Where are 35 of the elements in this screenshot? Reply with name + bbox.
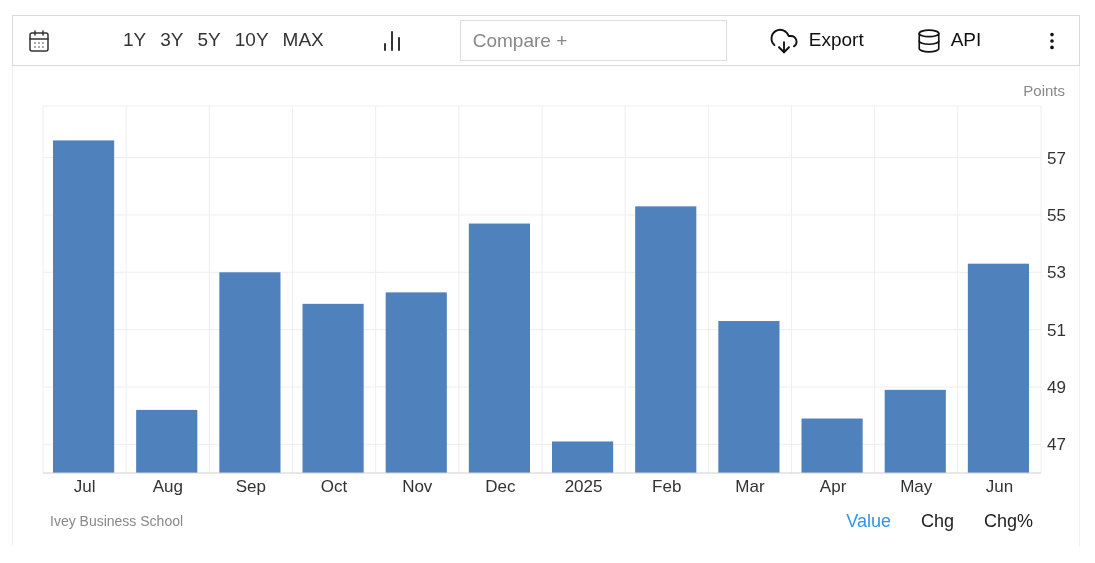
range-button[interactable]: 1Y — [117, 26, 153, 55]
y-tick-label: 51 — [1047, 320, 1066, 340]
source-text: Ivey Business School — [50, 511, 184, 531]
x-tick-label: Nov — [402, 477, 433, 496]
export-button[interactable]: Export — [768, 25, 864, 56]
x-tick-label: 2025 — [564, 477, 603, 496]
y-tick-label: 49 — [1047, 378, 1066, 397]
value-bar — [801, 418, 863, 473]
x-tick-label: May — [900, 477, 933, 496]
range-button[interactable]: 5Y — [191, 26, 227, 55]
range-button[interactable]: MAX — [276, 26, 330, 55]
calendar-icon[interactable] — [27, 28, 51, 53]
x-tick-label: Dec — [485, 477, 516, 496]
range-button[interactable]: 3Y — [154, 26, 190, 55]
y-tick-label: 53 — [1047, 263, 1066, 283]
range-button[interactable]: 10Y — [228, 26, 275, 55]
x-tick-label: Sep — [235, 477, 267, 496]
y-tick-label: 55 — [1047, 205, 1066, 225]
x-tick-label: Jun — [985, 477, 1014, 496]
view-tab[interactable]: Chg% — [983, 507, 1033, 535]
value-bar — [552, 441, 614, 473]
value-bar — [136, 409, 198, 473]
database-icon — [915, 27, 942, 54]
x-tick-label: Mar — [735, 477, 765, 496]
x-tick-label: Apr — [819, 477, 847, 496]
y-tick-label: 47 — [1047, 435, 1066, 455]
view-tab[interactable]: Chg — [920, 507, 954, 535]
x-tick-label: Jul — [73, 477, 96, 496]
unit-label: Points — [1023, 81, 1065, 101]
api-button[interactable]: API — [915, 26, 982, 55]
x-tick-label: Aug — [152, 477, 183, 496]
x-tick-label: Feb — [652, 477, 682, 496]
y-tick-label: 57 — [1047, 148, 1066, 168]
x-tick-label: Oct — [320, 477, 348, 496]
compare-field[interactable]: Compare + — [459, 20, 727, 61]
